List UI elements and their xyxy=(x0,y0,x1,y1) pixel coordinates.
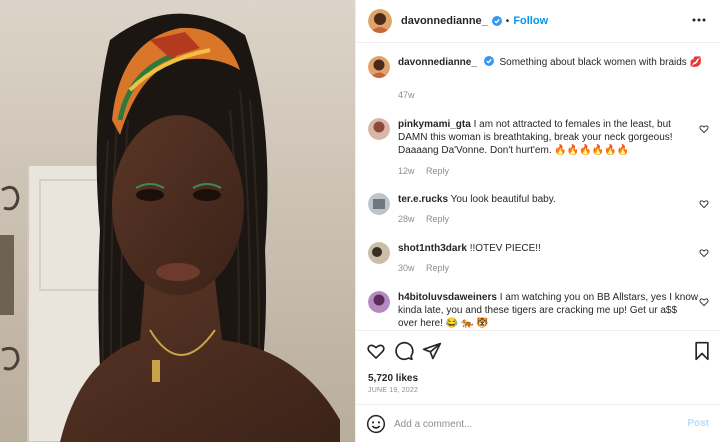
post-photo[interactable] xyxy=(0,0,355,442)
like-heart-icon[interactable] xyxy=(366,341,386,361)
comment-meta: 30w Reply xyxy=(398,263,458,273)
comment: shot1nth3dark !!OTEV PIECE!! 30w Reply xyxy=(368,242,713,278)
like-comment-heart-icon[interactable] xyxy=(699,199,709,209)
likes-count[interactable]: 5,720 likes xyxy=(368,373,418,384)
commenter-avatar[interactable] xyxy=(368,291,390,313)
caption-body: davonnedianne_ Something about black wom… xyxy=(398,56,713,69)
comment-time[interactable]: 30w xyxy=(398,263,415,273)
commenter-avatar[interactable] xyxy=(368,118,390,140)
share-paper-plane-icon[interactable] xyxy=(422,341,442,361)
comment-username[interactable]: shot1nth3dark xyxy=(398,243,467,254)
comment: h4bitoluvsdaweiners I am watching you on… xyxy=(368,291,713,330)
header-separator: • xyxy=(505,15,510,27)
comment-input[interactable] xyxy=(394,414,674,434)
like-comment-heart-icon[interactable] xyxy=(699,124,709,134)
follow-button[interactable]: Follow xyxy=(513,15,548,27)
post-side-panel: davonnedianne_ • Follow davonnedianne_ S… xyxy=(355,0,720,442)
post-header: davonnedianne_ • Follow xyxy=(356,0,720,43)
caption-time[interactable]: 47w xyxy=(398,90,415,100)
caption-text: Something about black women with braids … xyxy=(499,57,703,68)
emoji-picker-icon[interactable] xyxy=(366,414,386,434)
author-username[interactable]: davonnedianne_ xyxy=(401,15,488,27)
post-date: JUNE 19, 2022 xyxy=(368,387,419,394)
portrait-illustration xyxy=(0,0,355,442)
comment-time[interactable]: 28w xyxy=(398,214,415,224)
author-avatar[interactable] xyxy=(368,56,390,78)
comment-username[interactable]: h4bitoluvsdaweiners xyxy=(398,292,497,303)
comment-body: ter.e.rucks You look beautiful baby. xyxy=(398,193,699,206)
more-horizontal-icon[interactable] xyxy=(691,12,707,28)
caption: davonnedianne_ Something about black wom… xyxy=(368,56,713,106)
commenter-avatar[interactable] xyxy=(368,193,390,215)
comment-composer: Post xyxy=(356,404,720,442)
verified-badge-icon xyxy=(491,16,502,26)
post-comment-button[interactable]: Post xyxy=(687,418,709,429)
comment-bubble-icon[interactable] xyxy=(394,341,414,361)
post-actions: 5,720 likes JUNE 19, 2022 xyxy=(356,330,720,410)
reply-button[interactable]: Reply xyxy=(426,214,449,224)
reply-button[interactable]: Reply xyxy=(426,263,449,273)
save-bookmark-icon[interactable] xyxy=(692,341,712,361)
comment-body: h4bitoluvsdaweiners I am watching you on… xyxy=(398,291,699,330)
like-comment-heart-icon[interactable] xyxy=(699,248,709,258)
comment-body: shot1nth3dark !!OTEV PIECE!! xyxy=(398,242,699,255)
reply-button[interactable]: Reply xyxy=(426,166,449,176)
like-comment-heart-icon[interactable] xyxy=(699,297,709,307)
author-avatar[interactable] xyxy=(368,9,392,33)
comment-time[interactable]: 12w xyxy=(398,166,415,176)
comment-meta: 12w Reply xyxy=(398,166,458,176)
comment-text: You look beautiful baby. xyxy=(450,194,556,205)
verified-badge-icon xyxy=(483,56,494,66)
commenter-avatar[interactable] xyxy=(368,242,390,264)
comments-list[interactable]: davonnedianne_ Something about black wom… xyxy=(356,44,720,330)
caption-meta: 47w xyxy=(398,90,424,100)
instagram-post-view: davonnedianne_ • Follow davonnedianne_ S… xyxy=(0,0,720,442)
comment-username[interactable]: ter.e.rucks xyxy=(398,194,448,205)
comment: ter.e.rucks You look beautiful baby. 28w… xyxy=(368,193,713,229)
caption-username[interactable]: davonnedianne_ xyxy=(398,57,477,68)
comment-meta: 28w Reply xyxy=(398,214,458,224)
comment-text: !!OTEV PIECE!! xyxy=(469,243,541,254)
comment: pinkymami_gta I am not attracted to fema… xyxy=(368,118,713,178)
comment-username[interactable]: pinkymami_gta xyxy=(398,119,471,130)
comment-body: pinkymami_gta I am not attracted to fema… xyxy=(398,118,699,157)
